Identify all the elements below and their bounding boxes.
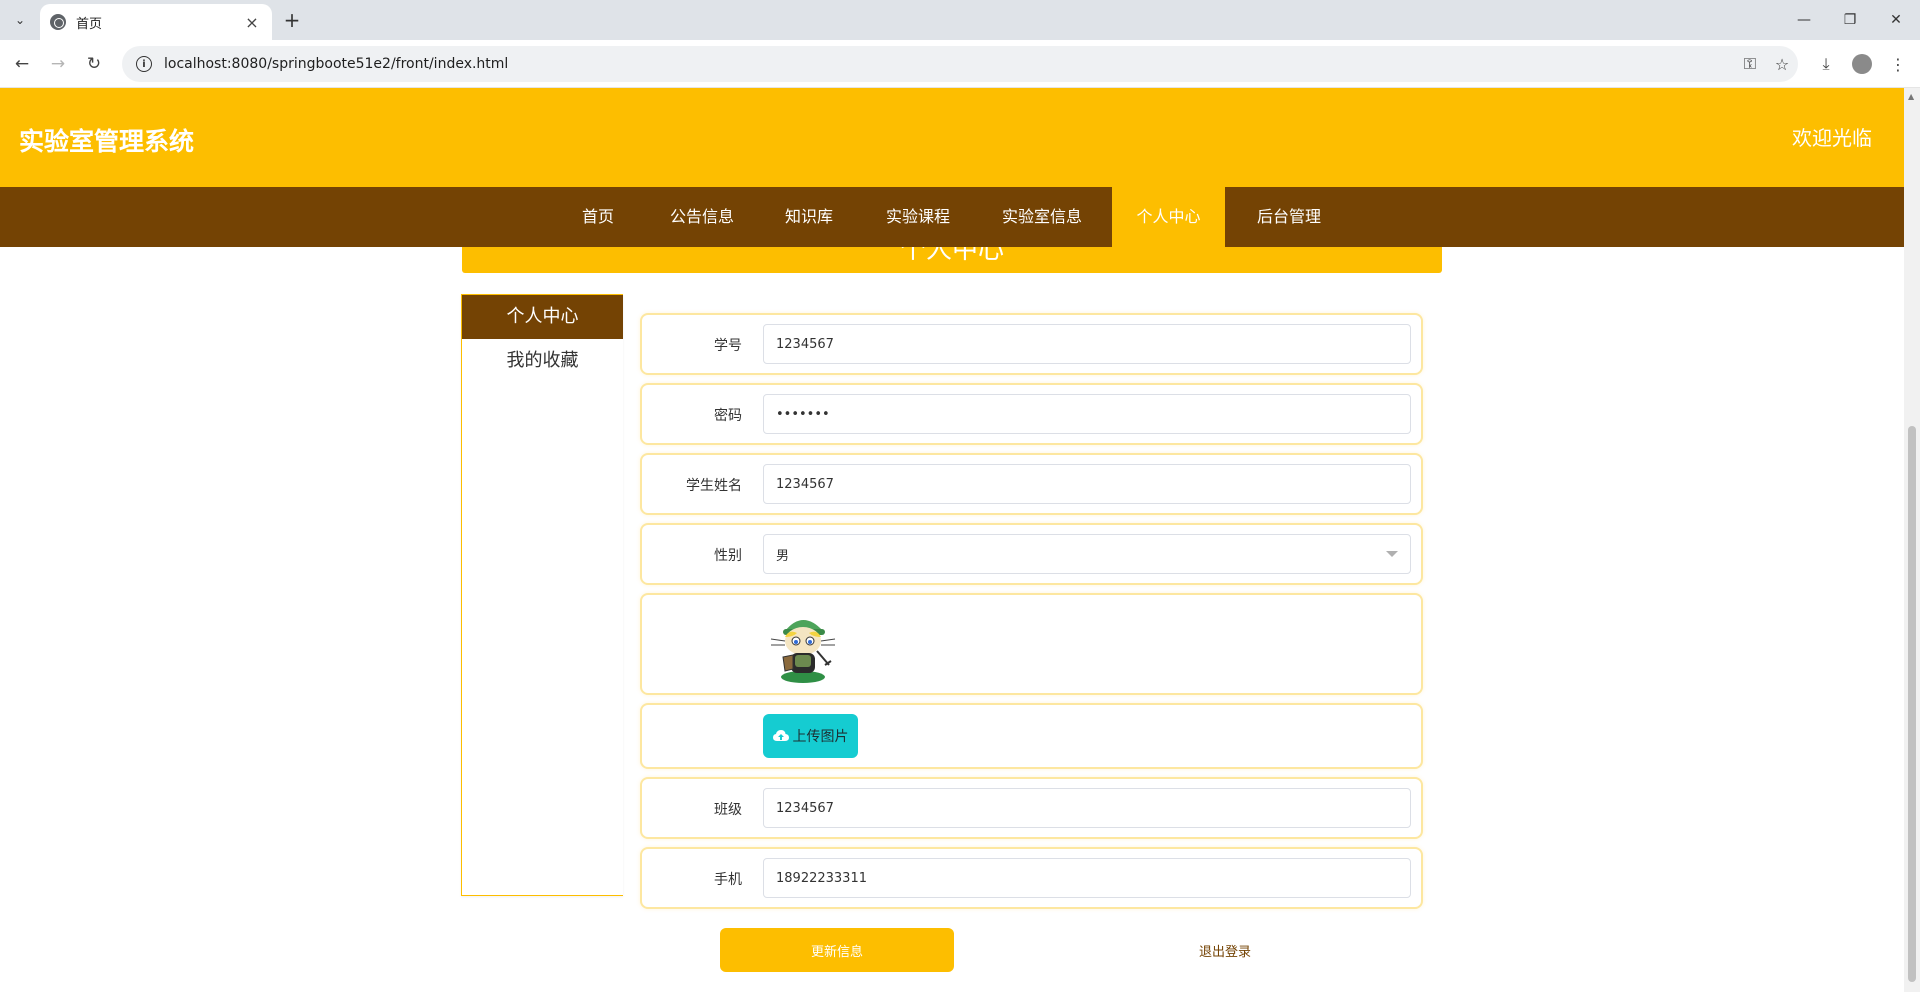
- chevron-down-icon: [1386, 551, 1398, 557]
- phone-input[interactable]: 18922233311: [763, 858, 1411, 898]
- nav-item-personal-center[interactable]: 个人中心: [1112, 187, 1225, 247]
- sidebar: 个人中心 我的收藏: [461, 294, 623, 896]
- student-name-input[interactable]: 1234567: [763, 464, 1411, 504]
- form-row-student-id: 学号 1234567: [640, 313, 1423, 375]
- gender-select[interactable]: 男: [763, 534, 1411, 574]
- minimize-icon[interactable]: —: [1792, 8, 1816, 32]
- phone-label: 手机: [714, 872, 742, 888]
- form-row-avatar: [640, 593, 1423, 695]
- student-name-label: 学生姓名: [686, 478, 742, 494]
- nav-item-home[interactable]: 首页: [566, 187, 630, 247]
- window-close-icon[interactable]: ✕: [1884, 8, 1908, 32]
- back-arrow-icon[interactable]: ←: [10, 52, 34, 76]
- tab-close-icon[interactable]: ×: [242, 13, 262, 32]
- student-id-input[interactable]: 1234567: [763, 324, 1411, 364]
- form-row-student-name: 学生姓名 1234567: [640, 453, 1423, 515]
- page-scrollbar[interactable]: ▲: [1904, 88, 1920, 992]
- download-icon[interactable]: ⤓: [1814, 52, 1838, 76]
- password-input[interactable]: •••••••: [763, 394, 1411, 434]
- menu-kebab-icon[interactable]: ⋮: [1886, 52, 1910, 76]
- reload-icon[interactable]: ↻: [82, 52, 106, 76]
- form-row-class: 班级 1234567: [640, 777, 1423, 839]
- nav-item-courses[interactable]: 实验课程: [874, 187, 962, 247]
- address-bar[interactable]: i localhost:8080/springboote51e2/front/i…: [122, 46, 1798, 82]
- browser-toolbar: ← → ↻ i localhost:8080/springboote51e2/f…: [0, 40, 1920, 88]
- site-title: 实验室管理系统: [19, 127, 195, 156]
- password-label: 密码: [714, 408, 742, 424]
- profile-icon[interactable]: [1850, 52, 1874, 76]
- section-title: 个人中心: [899, 247, 1004, 265]
- sidebar-item-favorites[interactable]: 我的收藏: [462, 339, 623, 383]
- cloud-upload-icon: [772, 730, 789, 741]
- site-info-icon[interactable]: i: [136, 56, 152, 72]
- site-header: 实验室管理系统 欢迎光临: [0, 88, 1904, 187]
- form-row-password: 密码 •••••••: [640, 383, 1423, 445]
- sidebar-item-personal-center[interactable]: 个人中心: [462, 295, 623, 339]
- form-row-phone: 手机 18922233311: [640, 847, 1423, 909]
- browser-tab[interactable]: 首页 ×: [40, 4, 272, 40]
- scroll-up-arrow-icon[interactable]: ▲: [1908, 92, 1914, 101]
- gender-selected-value: 男: [776, 548, 790, 564]
- student-id-label: 学号: [714, 338, 742, 354]
- tab-title: 首页: [76, 16, 103, 32]
- gender-label: 性别: [714, 548, 742, 564]
- upload-button-label: 上传图片: [792, 729, 849, 745]
- avatar: [1852, 54, 1872, 74]
- restore-icon[interactable]: ❐: [1838, 8, 1862, 32]
- upload-image-button[interactable]: 上传图片: [763, 714, 858, 758]
- nav-item-labs[interactable]: 实验室信息: [992, 187, 1092, 247]
- avatar-image: [763, 603, 845, 685]
- globe-icon: [50, 14, 66, 30]
- welcome-text: 欢迎光临: [1792, 126, 1872, 150]
- forward-arrow-icon[interactable]: →: [46, 52, 70, 76]
- nav-item-knowledge[interactable]: 知识库: [774, 187, 844, 247]
- scrollbar-thumb[interactable]: [1908, 426, 1916, 982]
- page-viewport: 实验室管理系统 欢迎光临 首页 公告信息 知识库 实验课程 实验室信息 个人中心…: [0, 88, 1920, 992]
- bookmark-star-icon[interactable]: ☆: [1766, 52, 1798, 76]
- class-label: 班级: [714, 802, 742, 818]
- new-tab-plus-icon[interactable]: +: [280, 8, 304, 32]
- section-title-band: 个人中心: [462, 247, 1442, 273]
- form-row-gender: 性别 男: [640, 523, 1423, 585]
- nav-item-admin[interactable]: 后台管理: [1245, 187, 1333, 247]
- class-input[interactable]: 1234567: [763, 788, 1411, 828]
- address-url[interactable]: localhost:8080/springboote51e2/front/ind…: [164, 56, 1734, 72]
- password-key-icon[interactable]: ⚿: [1734, 52, 1766, 76]
- update-info-button[interactable]: 更新信息: [720, 928, 954, 972]
- main-nav: 首页 公告信息 知识库 实验课程 实验室信息 个人中心 后台管理: [0, 187, 1904, 247]
- logout-button[interactable]: 退出登录: [1170, 928, 1280, 972]
- form-row-upload: 上传图片: [640, 703, 1423, 769]
- nav-item-notices[interactable]: 公告信息: [660, 187, 744, 247]
- browser-tabstrip: ⌄ 首页 × + — ❐ ✕: [0, 0, 1920, 40]
- tab-search-chevron-icon[interactable]: ⌄: [8, 8, 32, 32]
